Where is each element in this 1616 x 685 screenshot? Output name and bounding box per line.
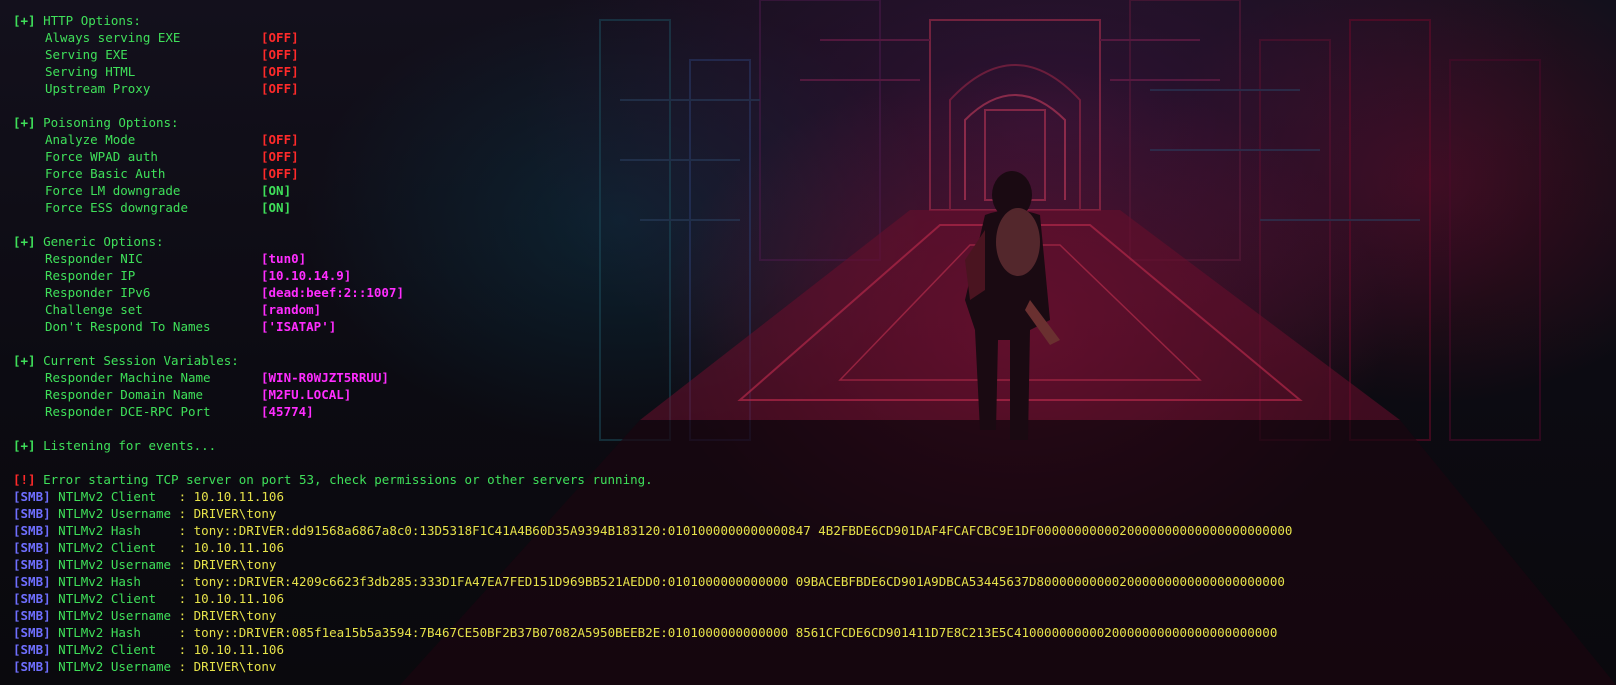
- option-row: Responder IP [10.10.14.9]: [45, 268, 352, 283]
- option-row: Responder Domain Name [M2FU.LOCAL]: [45, 387, 352, 402]
- smb-log-row: [SMB] NTLMv2 Username : DRIVER\tonv: [13, 659, 277, 674]
- smb-log-row: [SMB] NTLMv2 Client : 10.10.11.106: [13, 540, 284, 555]
- option-row: Force ESS downgrade [ON]: [45, 200, 292, 215]
- smb-log-row: [SMB] NTLMv2 Client : 10.10.11.106: [13, 591, 284, 606]
- option-row: Responder Machine Name [WIN-R0WJZT5RRUU]: [45, 370, 389, 385]
- smb-log-row: [SMB] NTLMv2 Username : DRIVER\tony: [13, 608, 277, 623]
- option-row: Serving HTML [OFF]: [45, 64, 299, 79]
- smb-log-row: [SMB] NTLMv2 Client : 10.10.11.106: [13, 642, 284, 657]
- option-row: Serving EXE [OFF]: [45, 47, 299, 62]
- option-row: Don't Respond To Names ['ISATAP']: [45, 319, 337, 334]
- smb-log-row: [SMB] NTLMv2 Hash : tony::DRIVER:4209c66…: [13, 574, 1285, 589]
- option-row: Force LM downgrade [ON]: [45, 183, 292, 198]
- terminal-output[interactable]: [+] HTTP Options: Always serving EXE [OFF…: [0, 0, 1616, 685]
- option-row: Responder NIC [tun0]: [45, 251, 307, 266]
- smb-log-row: [SMB] NTLMv2 Hash : tony::DRIVER:085f1ea…: [13, 625, 1278, 640]
- smb-log-row: [SMB] NTLMv2 Username : DRIVER\tony: [13, 506, 277, 521]
- option-row: Analyze Mode [OFF]: [45, 132, 299, 147]
- smb-log-row: [SMB] NTLMv2 Username : DRIVER\tony: [13, 557, 277, 572]
- section-header-http: [+] HTTP Options:: [13, 13, 141, 28]
- section-header-generic: [+] Generic Options:: [13, 234, 164, 249]
- option-row: Challenge set [random]: [45, 302, 322, 317]
- listening-status: [+] Listening for events...: [13, 438, 217, 453]
- smb-log-row: [SMB] NTLMv2 Client : 10.10.11.106: [13, 489, 284, 504]
- option-row: Responder DCE-RPC Port [45774]: [45, 404, 314, 419]
- option-row: Upstream Proxy [OFF]: [45, 81, 299, 96]
- option-row: Force Basic Auth [OFF]: [45, 166, 299, 181]
- error-message: [!] Error starting TCP server on port 53…: [13, 472, 653, 487]
- option-row: Force WPAD auth [OFF]: [45, 149, 299, 164]
- smb-log-row: [SMB] NTLMv2 Hash : tony::DRIVER:dd91568…: [13, 523, 1293, 538]
- option-row: Responder IPv6 [dead:beef:2::1007]: [45, 285, 404, 300]
- section-header-poisoning: [+] Poisoning Options:: [13, 115, 179, 130]
- section-header-session: [+] Current Session Variables:: [13, 353, 239, 368]
- option-row: Always serving EXE [OFF]: [45, 30, 299, 45]
